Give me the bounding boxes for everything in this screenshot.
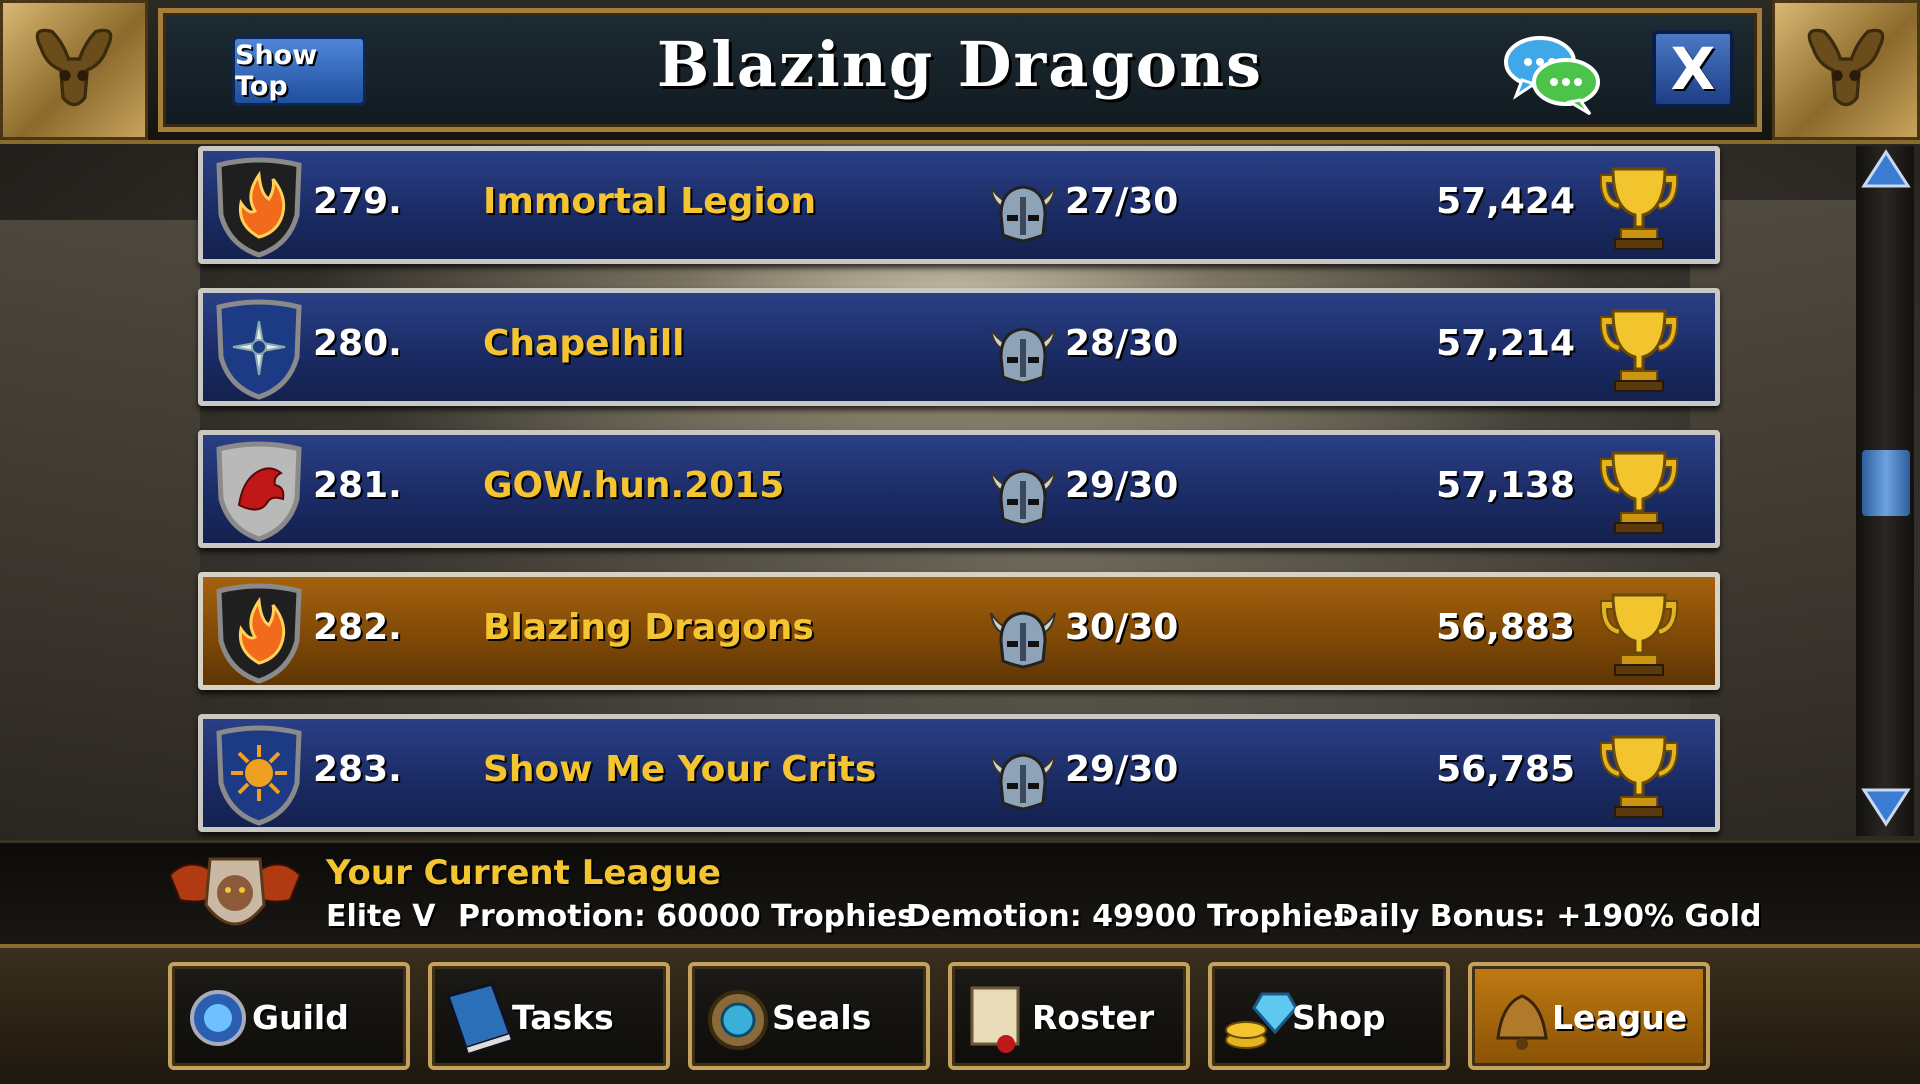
guild-trophy-count: 57,424	[1436, 181, 1575, 222]
nav-label: Guild	[252, 998, 349, 1037]
trophy-icon	[1599, 309, 1679, 392]
page-title: Blazing Dragons	[656, 28, 1264, 101]
daily-bonus: Daily Bonus: +190% Gold	[1334, 899, 1762, 934]
guild-trophy-count: 57,214	[1436, 323, 1575, 364]
guild-member-count: 29/30	[1065, 465, 1179, 506]
phoenix-emblem-icon	[216, 157, 302, 258]
ram-skull-icon	[35, 28, 113, 107]
dragon-league-badge-icon	[168, 857, 302, 926]
guild-rank: 279.	[313, 181, 402, 222]
scroll-icon	[970, 986, 1020, 1053]
chat-button[interactable]	[1500, 28, 1604, 118]
promotion-threshold: Promotion: 60000 Trophies	[458, 899, 916, 934]
demotion-threshold: Demotion: 49900 Trophies	[906, 899, 1351, 934]
guild-rank: 281.	[313, 465, 402, 506]
nav-league-button[interactable]: League	[1468, 962, 1710, 1070]
trophy-icon	[1599, 167, 1679, 250]
guild-name: Chapelhill	[483, 323, 685, 364]
trophy-icon	[1599, 451, 1679, 534]
seal-amulet-icon	[708, 990, 768, 1050]
trophy-icon	[1599, 593, 1679, 676]
viking-helmet-icon	[990, 327, 1056, 385]
nav-label: Seals	[772, 998, 872, 1037]
scroll-down-arrow-icon[interactable]	[1858, 782, 1914, 832]
scrollbar-thumb[interactable]	[1862, 450, 1910, 516]
nav-roster-button[interactable]: Roster	[948, 962, 1190, 1070]
chat-bubbles-icon	[1504, 36, 1600, 116]
nav-label: Tasks	[512, 998, 614, 1037]
guild-name: GOW.hun.2015	[483, 465, 785, 506]
nav-label: Shop	[1292, 998, 1386, 1037]
guild-row[interactable]: 279. Immortal Legion 27/30 57,424	[198, 146, 1720, 264]
guild-name: Immortal Legion	[483, 181, 817, 222]
guild-trophy-count: 56,883	[1436, 607, 1575, 648]
guild-row-current[interactable]: 282. Blazing Dragons 30/30 56,883	[198, 572, 1720, 690]
guild-row[interactable]: 281. GOW.hun.2015 29/30 57,138	[198, 430, 1720, 548]
viking-helmet-icon	[990, 753, 1056, 811]
guild-name: Blazing Dragons	[483, 607, 814, 648]
viking-helmet-icon	[990, 185, 1056, 243]
bottom-navigation: Guild Tasks Seals Roster Shop League	[0, 944, 1920, 1084]
viking-helmet-icon	[990, 469, 1056, 527]
star-emblem-icon	[216, 299, 302, 400]
griffin-emblem-icon	[216, 441, 302, 542]
bell-icon	[1496, 994, 1548, 1050]
guild-rank: 280.	[313, 323, 402, 364]
guild-member-count: 29/30	[1065, 749, 1179, 790]
guild-member-count: 28/30	[1065, 323, 1179, 364]
corner-ornament-left	[0, 0, 148, 140]
guild-member-count: 27/30	[1065, 181, 1179, 222]
guild-rank: 283.	[313, 749, 402, 790]
nav-seals-button[interactable]: Seals	[688, 962, 930, 1070]
book-icon	[446, 982, 514, 1056]
nav-shop-button[interactable]: Shop	[1208, 962, 1450, 1070]
league-tier: Elite V	[326, 899, 436, 934]
show-top-button[interactable]: Show Top	[232, 36, 366, 106]
nav-tasks-button[interactable]: Tasks	[428, 962, 670, 1070]
nav-label: League	[1552, 998, 1688, 1037]
guild-name: Show Me Your Crits	[483, 749, 877, 790]
guild-row[interactable]: 283. Show Me Your Crits 29/30 56,785	[198, 714, 1720, 832]
background-building	[0, 220, 200, 840]
current-league-panel: Your Current League Elite V Promotion: 6…	[0, 840, 1920, 947]
phoenix-emblem-icon	[216, 583, 302, 684]
scroll-up-arrow-icon[interactable]	[1858, 144, 1914, 194]
trophy-icon	[1599, 735, 1679, 818]
guild-member-count: 30/30	[1065, 607, 1179, 648]
top-bar: Show Top Blazing Dragons X	[0, 0, 1920, 144]
ram-skull-icon	[1807, 28, 1885, 107]
guild-trophy-count: 56,785	[1436, 749, 1575, 790]
guild-row[interactable]: 280. Chapelhill 28/30 57,214	[198, 288, 1720, 406]
guild-rank: 282.	[313, 607, 402, 648]
close-button[interactable]: X	[1652, 30, 1734, 108]
corner-ornament-right	[1772, 0, 1920, 140]
league-heading: Your Current League	[326, 853, 721, 893]
viking-helmet-icon	[990, 611, 1056, 669]
guild-orb-icon	[190, 990, 246, 1046]
nav-label: Roster	[1032, 998, 1155, 1037]
guild-trophy-count: 57,138	[1436, 465, 1575, 506]
gem-coins-icon	[1225, 992, 1298, 1049]
sun-emblem-icon	[216, 725, 302, 826]
nav-guild-button[interactable]: Guild	[168, 962, 410, 1070]
